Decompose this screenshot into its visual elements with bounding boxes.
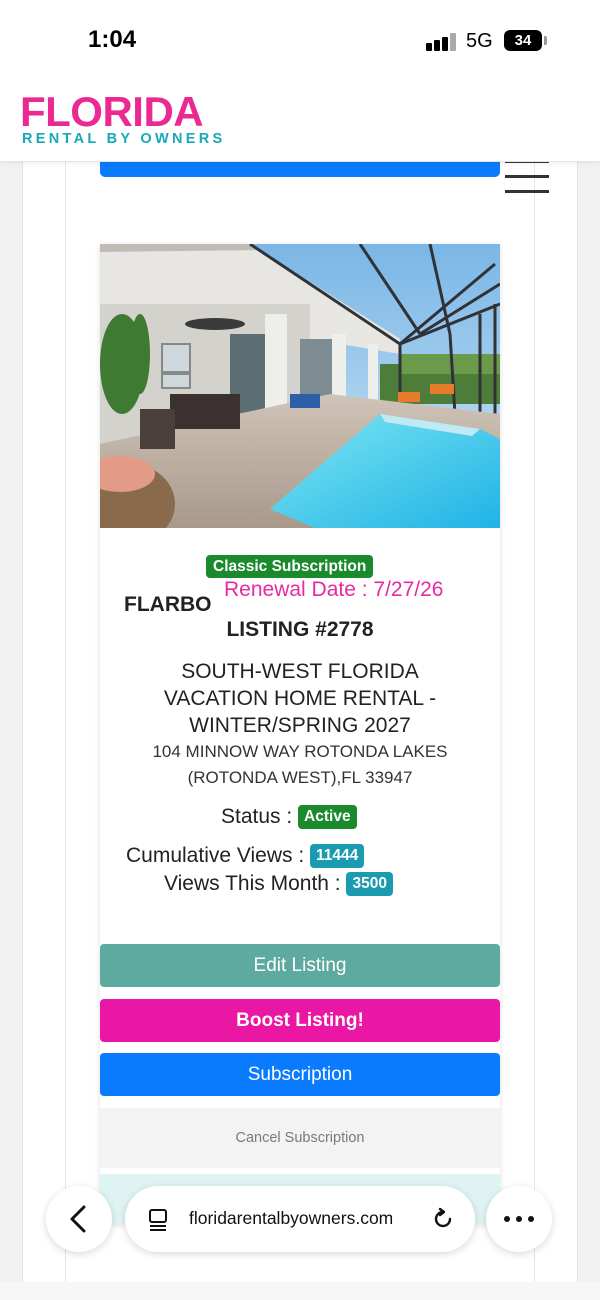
status-badge: Active: [298, 805, 357, 829]
renewal-date: Renewal Date : 7/27/26: [224, 578, 444, 601]
status-bar: 1:04 5G 34: [0, 0, 600, 75]
logo-main-text: FLORIDA: [20, 88, 204, 135]
cumulative-views-row: Cumulative Views : 11444: [126, 844, 365, 868]
cellular-signal-icon: [426, 33, 458, 51]
listing-address: 104 MINNOW WAY ROTONDA LAKES (ROTONDA WE…: [120, 739, 480, 791]
logo-sub-text: RENTAL BY OWNERS: [22, 131, 226, 147]
edit-listing-button[interactable]: Edit Listing: [100, 944, 500, 987]
reload-icon[interactable]: [430, 1206, 456, 1232]
month-views-row: Views This Month : 3500: [164, 872, 393, 896]
cumulative-views-label: Cumulative Views :: [126, 844, 305, 867]
network-type: 5G: [466, 30, 493, 52]
site-header: FLORIDA RENTAL BY OWNERS: [0, 75, 600, 162]
subscription-button[interactable]: Subscription: [100, 1053, 500, 1096]
cumulative-views-badge: 11444: [310, 844, 365, 868]
subscription-badge: Classic Subscription: [206, 555, 374, 578]
chevron-left-icon: [70, 1205, 86, 1233]
month-views-badge: 3500: [346, 872, 393, 896]
listing-card: Classic Subscription FLARBO Renewal Date…: [100, 244, 500, 1224]
pool-photo-image: [100, 244, 500, 528]
home-indicator-area: [0, 1282, 600, 1300]
back-button[interactable]: [46, 1186, 112, 1252]
listing-title-line: VACATION HOME RENTAL -: [163, 687, 437, 710]
cancel-subscription-link[interactable]: Cancel Subscription: [100, 1108, 500, 1168]
status-time: 1:04: [88, 26, 137, 53]
listing-number: LISTING #2778: [226, 618, 374, 641]
month-views-label: Views This Month :: [164, 872, 341, 895]
status-label: Status :: [221, 805, 293, 828]
listing-photo[interactable]: [100, 244, 500, 528]
battery-icon: 34: [504, 30, 542, 51]
listing-title-line: SOUTH-WEST FLORIDA: [181, 660, 419, 683]
previous-button-edge[interactable]: [100, 160, 500, 177]
url-text[interactable]: floridarentalbyowners.com: [189, 1208, 393, 1229]
reader-tabs-icon[interactable]: [147, 1207, 171, 1231]
status-row: Status : Active: [221, 805, 357, 829]
hamburger-menu-icon[interactable]: [505, 160, 549, 194]
owner-name: FLARBO: [124, 593, 212, 616]
more-button[interactable]: [486, 1186, 552, 1252]
listing-title[interactable]: SOUTH-WEST FLORIDA VACATION HOME RENTAL …: [120, 658, 480, 739]
address-bar[interactable]: floridarentalbyowners.com: [125, 1186, 475, 1252]
address-line: 104 MINNOW WAY ROTONDA LAKES: [152, 742, 448, 761]
boost-listing-button[interactable]: Boost Listing!: [100, 999, 500, 1042]
listing-title-line: WINTER/SPRING 2027: [189, 714, 411, 737]
address-line: (ROTONDA WEST),FL 33947: [187, 768, 413, 787]
more-horizontal-icon: [504, 1216, 534, 1222]
battery-tip: [544, 36, 547, 45]
